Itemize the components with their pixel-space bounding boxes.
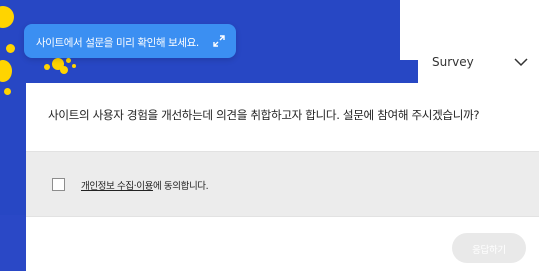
consent-label: 개인정보 수집·이용에 동의합니다. (81, 178, 209, 192)
submit-button-label: 응답하기 (472, 245, 506, 256)
background-strip (0, 215, 26, 271)
preview-toast[interactable]: 사이트에서 설문을 미리 확인해 보세요. (24, 24, 236, 58)
survey-question: 사이트의 사용자 경험을 개선하는데 의견을 취합하고자 합니다. 설문에 참여… (48, 108, 480, 122)
chevron-down-icon[interactable] (514, 57, 528, 67)
consent-suffix: 에 동의합니다. (152, 181, 209, 192)
toast-text: 사이트에서 설문을 미리 확인해 보세요. (36, 37, 199, 49)
consent-section: 개인정보 수집·이용에 동의합니다. (26, 151, 539, 217)
survey-panel: 사이트의 사용자 경험을 개선하는데 의견을 취합하고자 합니다. 설문에 참여… (26, 83, 539, 271)
privacy-policy-link[interactable]: 개인정보 수집·이용 (81, 181, 153, 192)
survey-tab[interactable]: Survey (418, 43, 539, 83)
expand-icon[interactable] (212, 34, 226, 48)
survey-tab-label: Survey (432, 55, 474, 69)
consent-checkbox[interactable] (52, 178, 65, 191)
submit-button[interactable]: 응답하기 (452, 233, 526, 263)
